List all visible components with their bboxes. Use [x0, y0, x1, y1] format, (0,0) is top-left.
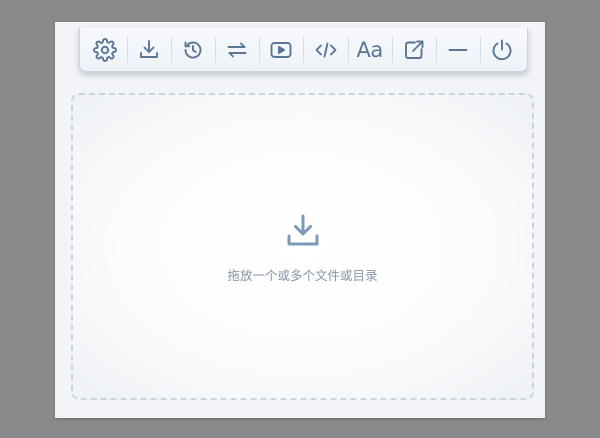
toolbar: Aa: [79, 28, 528, 72]
download-button[interactable]: [127, 28, 171, 72]
power-icon: [492, 39, 512, 60]
share-icon: [404, 40, 424, 59]
swap-icon: [227, 42, 247, 57]
code-button[interactable]: [303, 28, 347, 72]
swap-button[interactable]: [215, 28, 259, 72]
share-button[interactable]: [391, 28, 436, 72]
power-button[interactable]: [479, 28, 524, 72]
drop-zone-icon-wrapper: [283, 211, 323, 251]
history-button[interactable]: [171, 28, 215, 72]
app-window: Aa 拖放一个或多个文件或目录: [55, 22, 545, 418]
history-icon: [184, 41, 202, 58]
download-icon: [140, 39, 159, 58]
drop-zone-hint: 拖放一个或多个文件或目录: [227, 268, 378, 283]
minimize-button[interactable]: [435, 28, 480, 72]
settings-button[interactable]: [83, 28, 127, 72]
play-icon: [270, 41, 292, 58]
code-icon: [315, 42, 336, 57]
download-icon: [287, 214, 318, 246]
play-button[interactable]: [259, 28, 303, 72]
font-icon: Aa: [356, 37, 383, 62]
gear-icon: [93, 37, 117, 62]
drop-zone[interactable]: 拖放一个或多个文件或目录: [71, 93, 534, 400]
font-button[interactable]: Aa: [347, 28, 392, 72]
minimize-icon: [448, 48, 468, 51]
